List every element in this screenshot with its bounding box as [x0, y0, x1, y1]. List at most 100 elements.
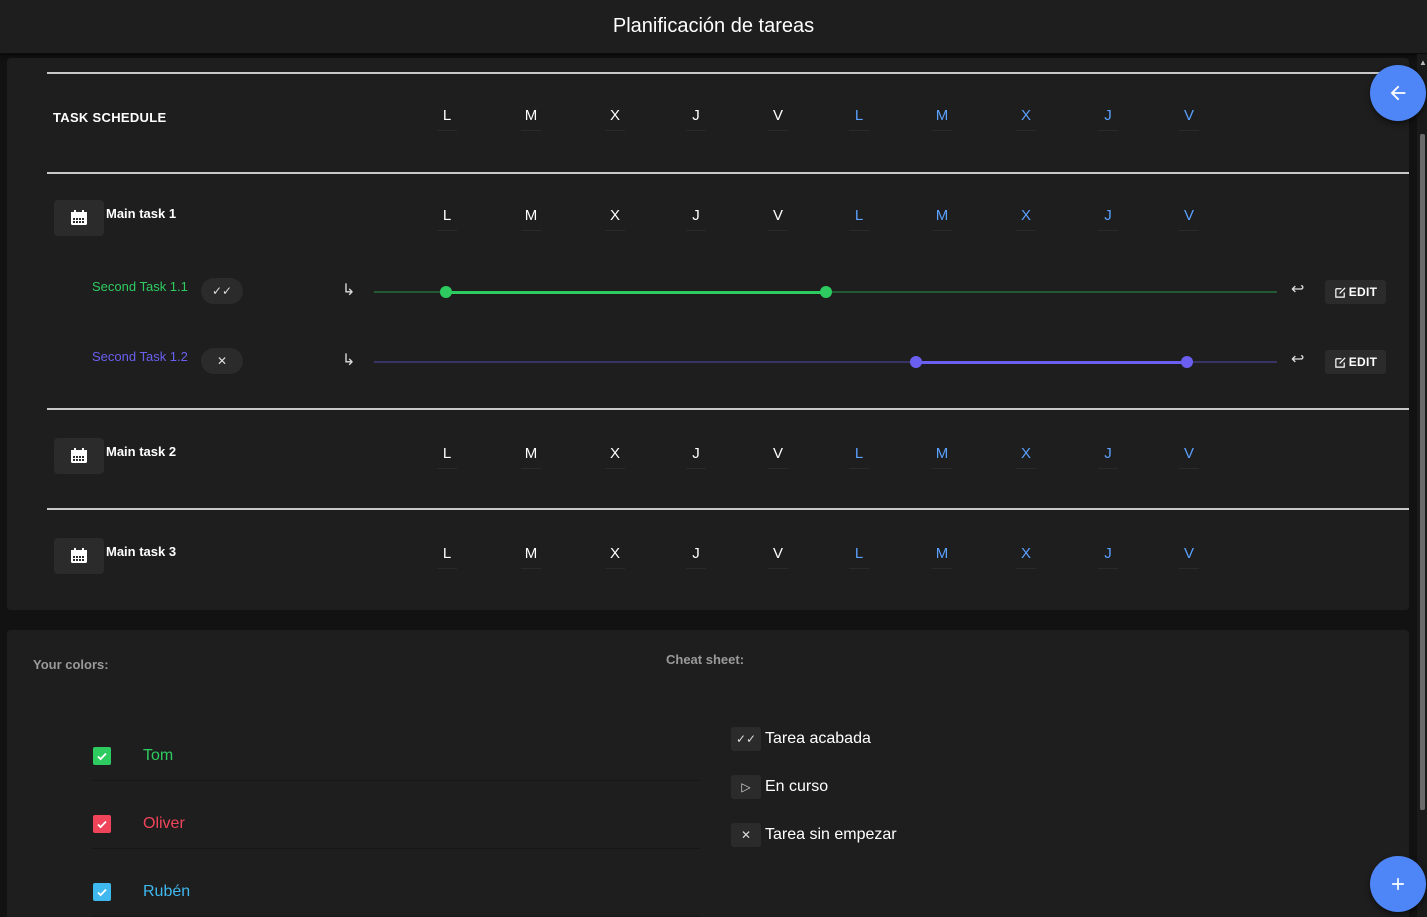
- edit-icon: [1334, 356, 1347, 369]
- color-checkbox[interactable]: [93, 815, 111, 833]
- day-label: M: [524, 445, 538, 462]
- close-icon: ✕: [731, 823, 761, 847]
- day-column-header: L: [847, 107, 871, 131]
- day-column-header: J: [684, 445, 708, 469]
- calendar-button[interactable]: [54, 200, 104, 236]
- day-column-header: J: [684, 207, 708, 231]
- day-label: L: [854, 545, 864, 562]
- day-underline: [437, 568, 457, 569]
- timeline-range: [915, 360, 1187, 364]
- play-icon: ▷: [731, 775, 761, 799]
- day-underline: [1016, 130, 1036, 131]
- subtask-status-chip[interactable]: ✕: [201, 348, 243, 374]
- edit-label: EDIT: [1348, 285, 1378, 299]
- main-task-label: Main task 3: [106, 544, 177, 559]
- color-person-name: Tom: [143, 747, 174, 764]
- day-label: V: [772, 545, 783, 562]
- cheat-sheet-item: ✓✓ Tarea acabada: [731, 726, 871, 752]
- day-underline: [1016, 230, 1036, 231]
- calendar-button[interactable]: [54, 438, 104, 474]
- day-label: X: [1020, 207, 1031, 224]
- day-label: J: [692, 107, 700, 124]
- scroll-up-arrow-icon[interactable]: ▲: [1419, 58, 1427, 67]
- divider: [47, 408, 1409, 410]
- day-label: L: [854, 445, 864, 462]
- day-underline: [605, 468, 625, 469]
- edit-button[interactable]: EDIT: [1325, 350, 1386, 374]
- day-column-header: M: [930, 207, 954, 231]
- day-underline: [768, 230, 788, 231]
- day-underline: [849, 568, 869, 569]
- color-checkbox[interactable]: [93, 883, 111, 901]
- day-column-header: V: [766, 445, 790, 469]
- page-title: Planificación de tareas: [612, 15, 815, 37]
- day-label: X: [609, 207, 620, 224]
- day-label: V: [772, 107, 783, 124]
- day-underline: [521, 230, 541, 231]
- start-arrow-icon: ↳: [342, 352, 356, 369]
- day-label: L: [854, 207, 864, 224]
- day-column-header: X: [1014, 207, 1038, 231]
- subtask-status-chip[interactable]: ✓✓: [201, 278, 243, 304]
- double-check-icon: ✓✓: [211, 284, 233, 298]
- day-column-header: J: [1096, 107, 1120, 131]
- day-column-header: V: [766, 207, 790, 231]
- day-label: X: [1020, 445, 1031, 462]
- cheat-sheet-item: ▷ En curso: [731, 774, 828, 800]
- range-end-handle[interactable]: [1180, 356, 1193, 368]
- day-label: X: [1020, 107, 1031, 124]
- edit-label: EDIT: [1348, 355, 1378, 369]
- return-arrow-icon: ↩: [1291, 281, 1305, 298]
- edit-button[interactable]: EDIT: [1325, 280, 1386, 304]
- day-underline: [437, 130, 457, 131]
- color-person-name: Rubén: [143, 883, 191, 900]
- range-end-handle[interactable]: [819, 286, 832, 298]
- vertical-scrollbar[interactable]: ▲: [1417, 54, 1427, 917]
- day-column-header: V: [766, 545, 790, 569]
- day-label: J: [692, 545, 700, 562]
- day-label: V: [1183, 445, 1194, 462]
- day-column-header: X: [603, 445, 627, 469]
- range-start-handle[interactable]: [909, 356, 922, 368]
- day-label: X: [609, 107, 620, 124]
- day-underline: [605, 230, 625, 231]
- day-column-header: J: [684, 545, 708, 569]
- subtask-label: Second Task 1.1: [92, 279, 188, 294]
- add-fab-button[interactable]: [1370, 856, 1426, 912]
- start-arrow-icon: ↳: [342, 282, 356, 299]
- color-row: Tom: [91, 731, 701, 781]
- subtask-label: Second Task 1.2: [92, 349, 188, 364]
- range-start-handle[interactable]: [440, 286, 453, 298]
- back-fab-button[interactable]: [1370, 65, 1426, 121]
- day-column-header: L: [847, 445, 871, 469]
- day-label: J: [692, 207, 700, 224]
- return-arrow-icon: ↩: [1291, 351, 1305, 368]
- day-label: L: [442, 545, 452, 562]
- day-underline: [1098, 130, 1118, 131]
- day-underline: [1179, 130, 1199, 131]
- day-label: M: [524, 107, 538, 124]
- day-label: M: [524, 207, 538, 224]
- day-label: M: [935, 445, 949, 462]
- day-underline: [1098, 468, 1118, 469]
- row-separator: [91, 780, 701, 781]
- day-column-header: L: [435, 445, 459, 469]
- day-underline: [686, 230, 706, 231]
- calendar-button[interactable]: [54, 538, 104, 574]
- day-underline: [1016, 568, 1036, 569]
- day-column-header: J: [1096, 545, 1120, 569]
- scrollbar-thumb[interactable]: [1420, 134, 1425, 810]
- day-label: V: [1183, 545, 1194, 562]
- day-underline: [521, 468, 541, 469]
- color-checkbox[interactable]: [93, 747, 111, 765]
- day-underline: [521, 568, 541, 569]
- day-label: J: [1104, 107, 1112, 124]
- day-column-header: X: [1014, 545, 1038, 569]
- color-row: Oliver: [91, 799, 701, 849]
- day-label: J: [692, 445, 700, 462]
- day-column-header: J: [1096, 445, 1120, 469]
- color-row: Rubén: [91, 867, 701, 917]
- your-colors-title: Your colors:: [33, 657, 109, 672]
- app-window: Planificación de tareas TASK SCHEDULE L M…: [0, 0, 1427, 917]
- day-underline: [686, 568, 706, 569]
